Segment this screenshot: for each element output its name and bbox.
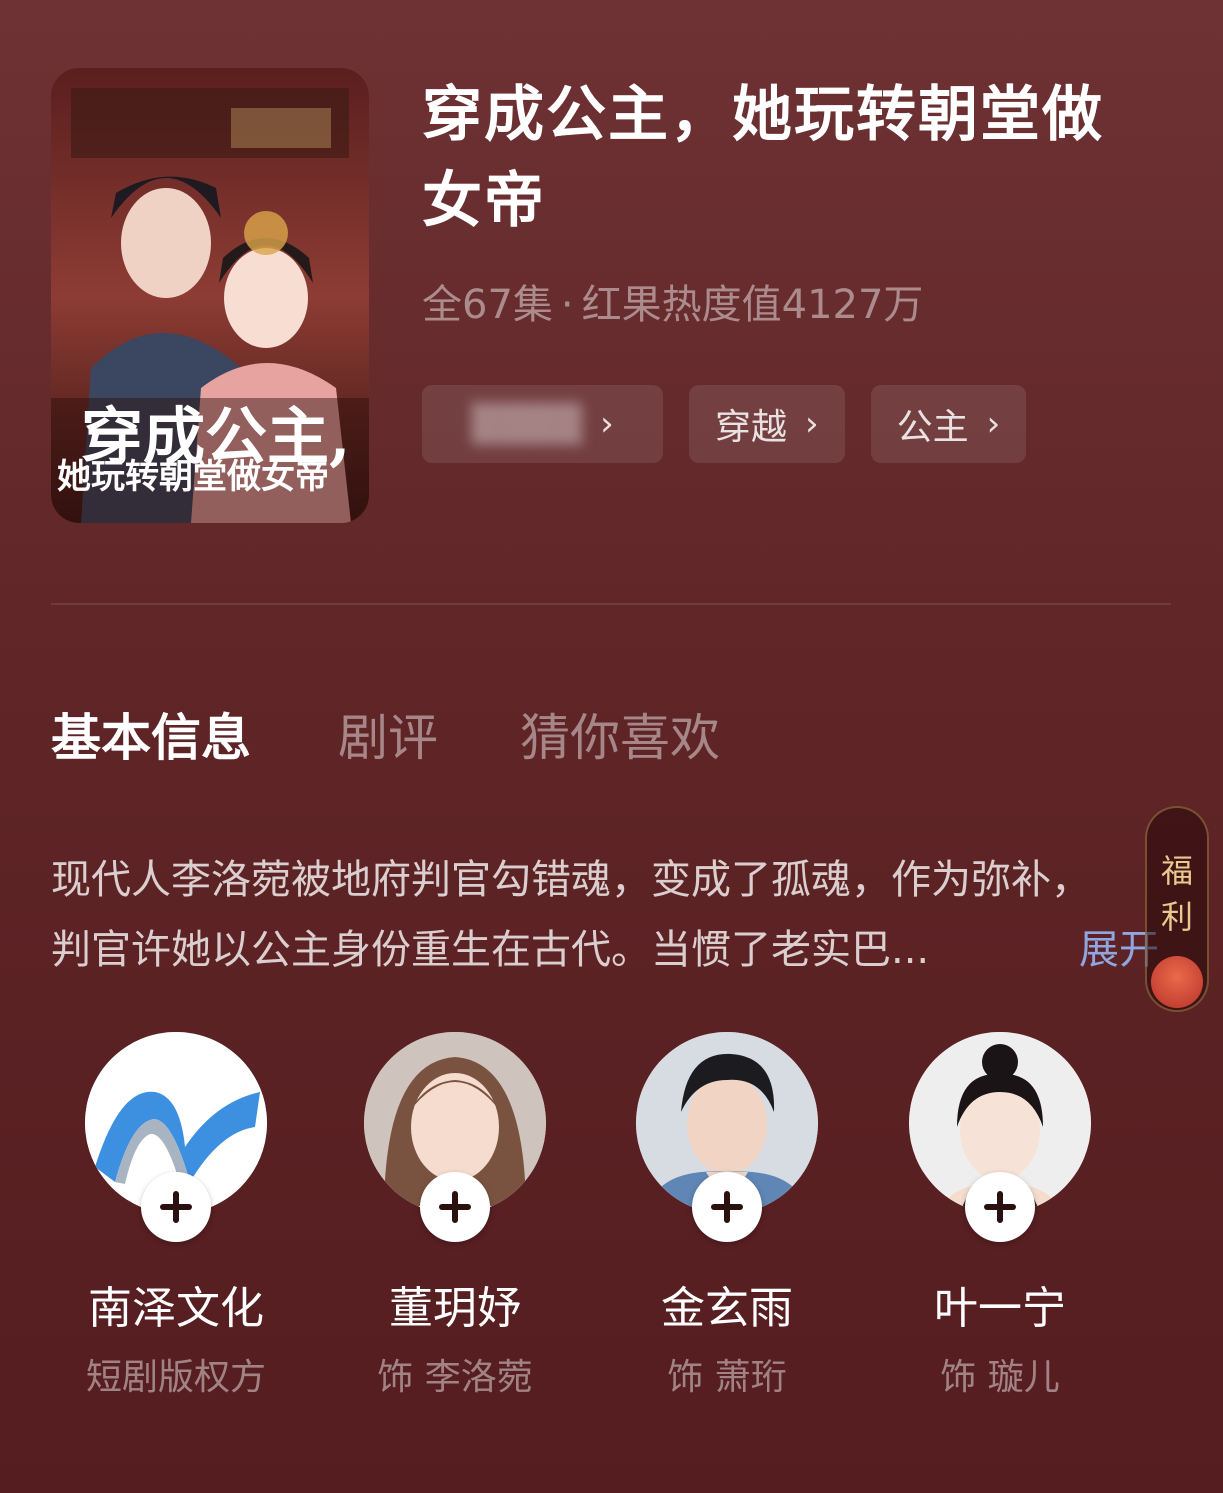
- heat-value: 红果热度值4127万: [581, 282, 924, 328]
- cast-role: 饰 萧珩: [667, 1357, 787, 1398]
- follow-plus-icon[interactable]: [420, 1172, 490, 1242]
- tag-label: 公主: [896, 407, 969, 448]
- tag-chip-3[interactable]: 公主 ›: [870, 385, 1027, 463]
- drama-poster[interactable]: 穿成公主, 她玩转朝堂做女帝: [51, 68, 369, 523]
- cast-name: 董玥妤: [389, 1283, 521, 1334]
- poster-image: 穿成公主, 她玩转朝堂做女帝: [51, 68, 369, 523]
- cast-name: 叶一宁: [934, 1283, 1066, 1334]
- episode-count: 全67集: [422, 282, 553, 328]
- drama-title: 穿成公主，她玩转朝堂做女帝: [422, 80, 1104, 236]
- synopsis-line-2: 判官许她以公主身份重生在古代。当惯了老实巴...: [51, 927, 930, 973]
- tab-recommendations[interactable]: 猜你喜欢: [520, 698, 720, 770]
- welfare-float-button[interactable]: 福利: [1145, 806, 1209, 1012]
- follow-plus-icon[interactable]: [141, 1172, 211, 1242]
- cast-role: 饰 璇儿: [940, 1357, 1060, 1398]
- separator-dot: ·: [560, 282, 574, 328]
- tab-basic-info[interactable]: 基本信息: [51, 698, 251, 770]
- red-envelope-icon: [1151, 956, 1203, 1008]
- welfare-label: 福利: [1160, 852, 1193, 936]
- tab-reviews[interactable]: 剧评: [338, 698, 438, 770]
- chevron-right-icon: ›: [805, 404, 819, 444]
- drama-meta: 全67集 · 红果热度值4127万: [422, 272, 923, 330]
- cast-name: 金玄雨: [661, 1283, 793, 1334]
- poster-title-line2: 她玩转朝堂做女帝: [57, 457, 329, 497]
- chevron-right-icon: ›: [600, 404, 614, 444]
- chevron-right-icon: ›: [986, 404, 1001, 444]
- cast-role: 饰 李洛菀: [377, 1357, 533, 1398]
- tag-list: ▒▒▒▒ › 穿越 › 公主 ›: [422, 385, 1027, 463]
- divider: [51, 603, 1171, 605]
- synopsis-line-1: 现代人李洛菀被地府判官勾错魂，变成了孤魂，作为弥补，: [51, 857, 1091, 903]
- follow-plus-icon[interactable]: [965, 1172, 1035, 1242]
- cast-name: 南泽文化: [88, 1283, 264, 1334]
- synopsis: 现代人李洛菀被地府判官勾错魂，变成了孤魂，作为弥补， 判官许她以公主身份重生在古…: [51, 845, 1171, 985]
- follow-plus-icon[interactable]: [692, 1172, 762, 1242]
- tag-chip-1[interactable]: ▒▒▒▒ ›: [422, 385, 663, 463]
- cast-role: 短剧版权方: [85, 1357, 266, 1398]
- tag-chip-2[interactable]: 穿越 ›: [689, 385, 845, 463]
- tag-label: ▒▒▒▒: [471, 403, 583, 445]
- tag-label: 穿越: [715, 407, 788, 448]
